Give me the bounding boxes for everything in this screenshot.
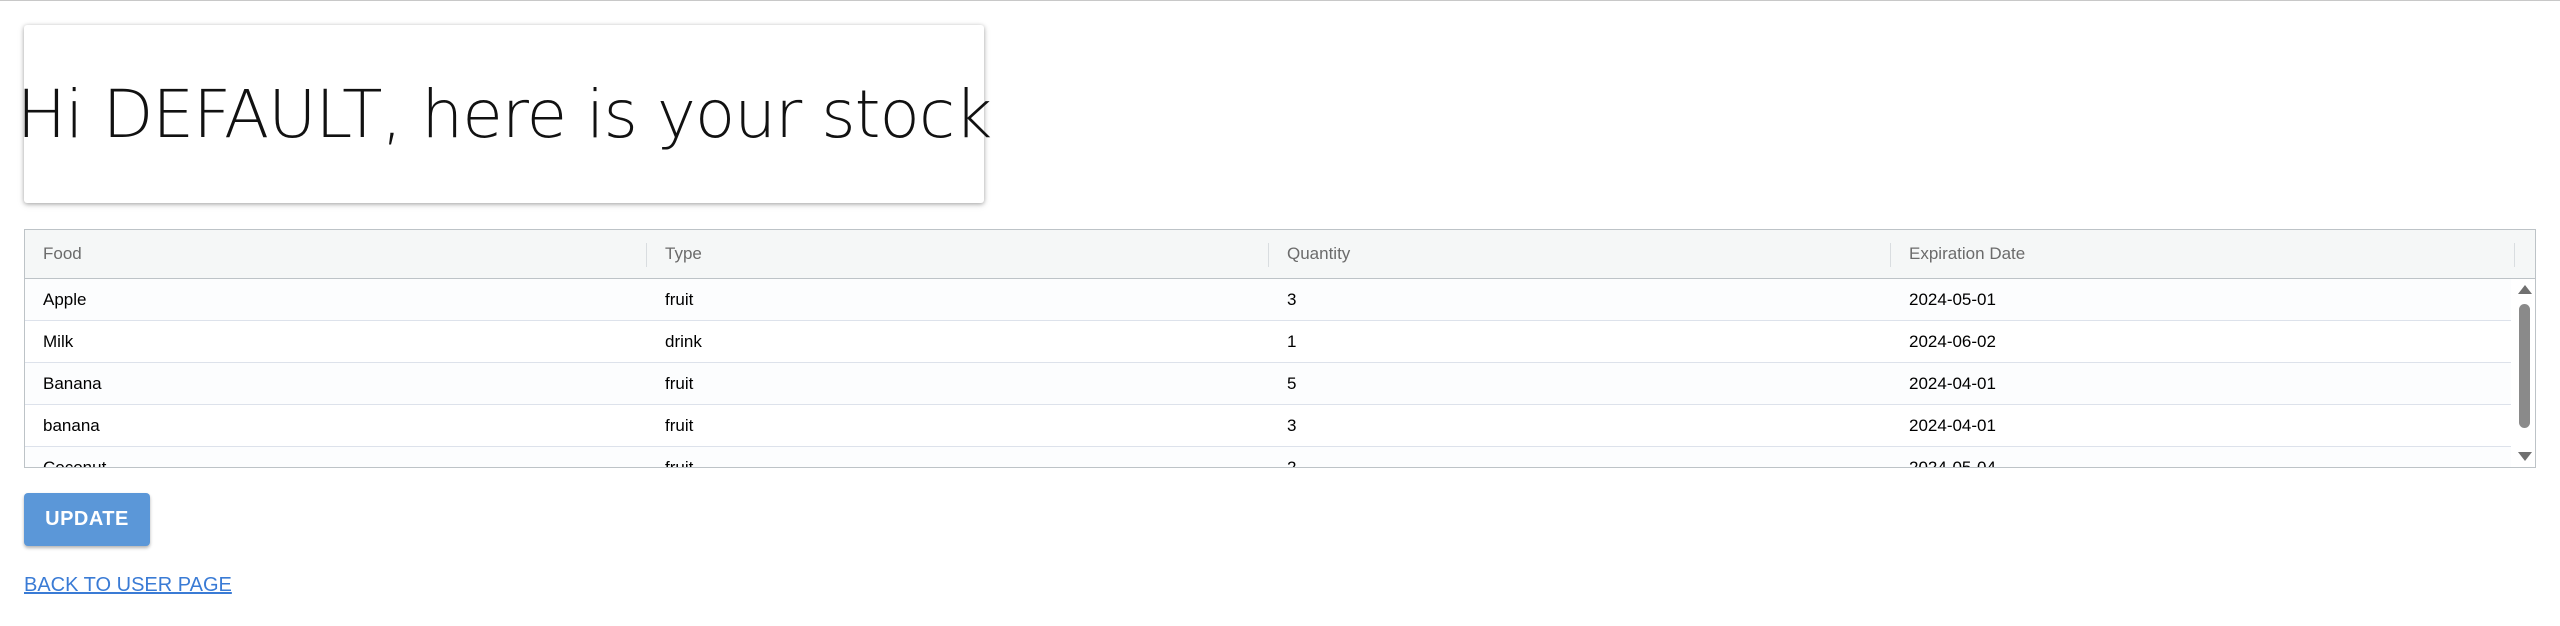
cell-type[interactable]: fruit: [647, 447, 1269, 467]
cell-food[interactable]: Milk: [25, 321, 647, 362]
column-header-label: Food: [43, 244, 82, 263]
column-header-quantity[interactable]: Quantity: [1269, 230, 1891, 278]
cell-quantity[interactable]: 3: [1269, 405, 1891, 446]
cell-food[interactable]: Apple: [25, 279, 647, 320]
table-row[interactable]: Coconut fruit 2 2024-05-04: [25, 447, 2511, 467]
page-title: Hi DEFAULT, here is your stock: [16, 75, 993, 153]
cell-expiration-date[interactable]: 2024-05-04: [1891, 447, 2515, 467]
cell-expiration-date[interactable]: 2024-04-01: [1891, 405, 2515, 446]
table-row[interactable]: Milk drink 1 2024-06-02: [25, 321, 2511, 363]
update-button[interactable]: UPDATE: [24, 493, 150, 546]
top-divider: [0, 0, 2560, 1]
stock-table: Food Type Quantity Expiration Date Apple…: [24, 229, 2536, 468]
back-to-user-page-link[interactable]: BACK TO USER PAGE: [24, 574, 232, 597]
greeting-card: Hi DEFAULT, here is your stock: [17, 25, 992, 203]
cell-quantity[interactable]: 2: [1269, 447, 1891, 467]
column-header-label: Expiration Date: [1909, 244, 2026, 263]
cell-type[interactable]: drink: [647, 321, 1269, 362]
cell-quantity[interactable]: 5: [1269, 363, 1891, 404]
column-header-label: Quantity: [1287, 244, 1351, 263]
column-resize-handle[interactable]: [2514, 243, 2515, 267]
table-row[interactable]: banana fruit 3 2024-04-01: [25, 405, 2511, 447]
cell-food[interactable]: banana: [25, 405, 647, 446]
cell-type[interactable]: fruit: [647, 405, 1269, 446]
cell-expiration-date[interactable]: 2024-05-01: [1891, 279, 2515, 320]
column-header-expiration-date[interactable]: Expiration Date: [1891, 230, 2515, 278]
cell-expiration-date[interactable]: 2024-04-01: [1891, 363, 2515, 404]
cell-type[interactable]: fruit: [647, 363, 1269, 404]
cell-quantity[interactable]: 3: [1269, 279, 1891, 320]
table-row[interactable]: Apple fruit 3 2024-05-01: [25, 279, 2511, 321]
cell-food[interactable]: Coconut: [25, 447, 647, 467]
scroll-down-arrow-icon[interactable]: [2518, 452, 2532, 461]
column-header-food[interactable]: Food: [25, 230, 647, 278]
cell-expiration-date[interactable]: 2024-06-02: [1891, 321, 2515, 362]
column-header-type[interactable]: Type: [647, 230, 1269, 278]
column-header-label: Type: [665, 244, 702, 263]
cell-food[interactable]: Banana: [25, 363, 647, 404]
cell-quantity[interactable]: 1: [1269, 321, 1891, 362]
cell-type[interactable]: fruit: [647, 279, 1269, 320]
table-header: Food Type Quantity Expiration Date: [25, 230, 2535, 279]
table-row[interactable]: Banana fruit 5 2024-04-01: [25, 363, 2511, 405]
scrollbar-thumb[interactable]: [2519, 304, 2530, 428]
vertical-scrollbar[interactable]: [2513, 279, 2535, 467]
scroll-up-arrow-icon[interactable]: [2518, 285, 2532, 294]
